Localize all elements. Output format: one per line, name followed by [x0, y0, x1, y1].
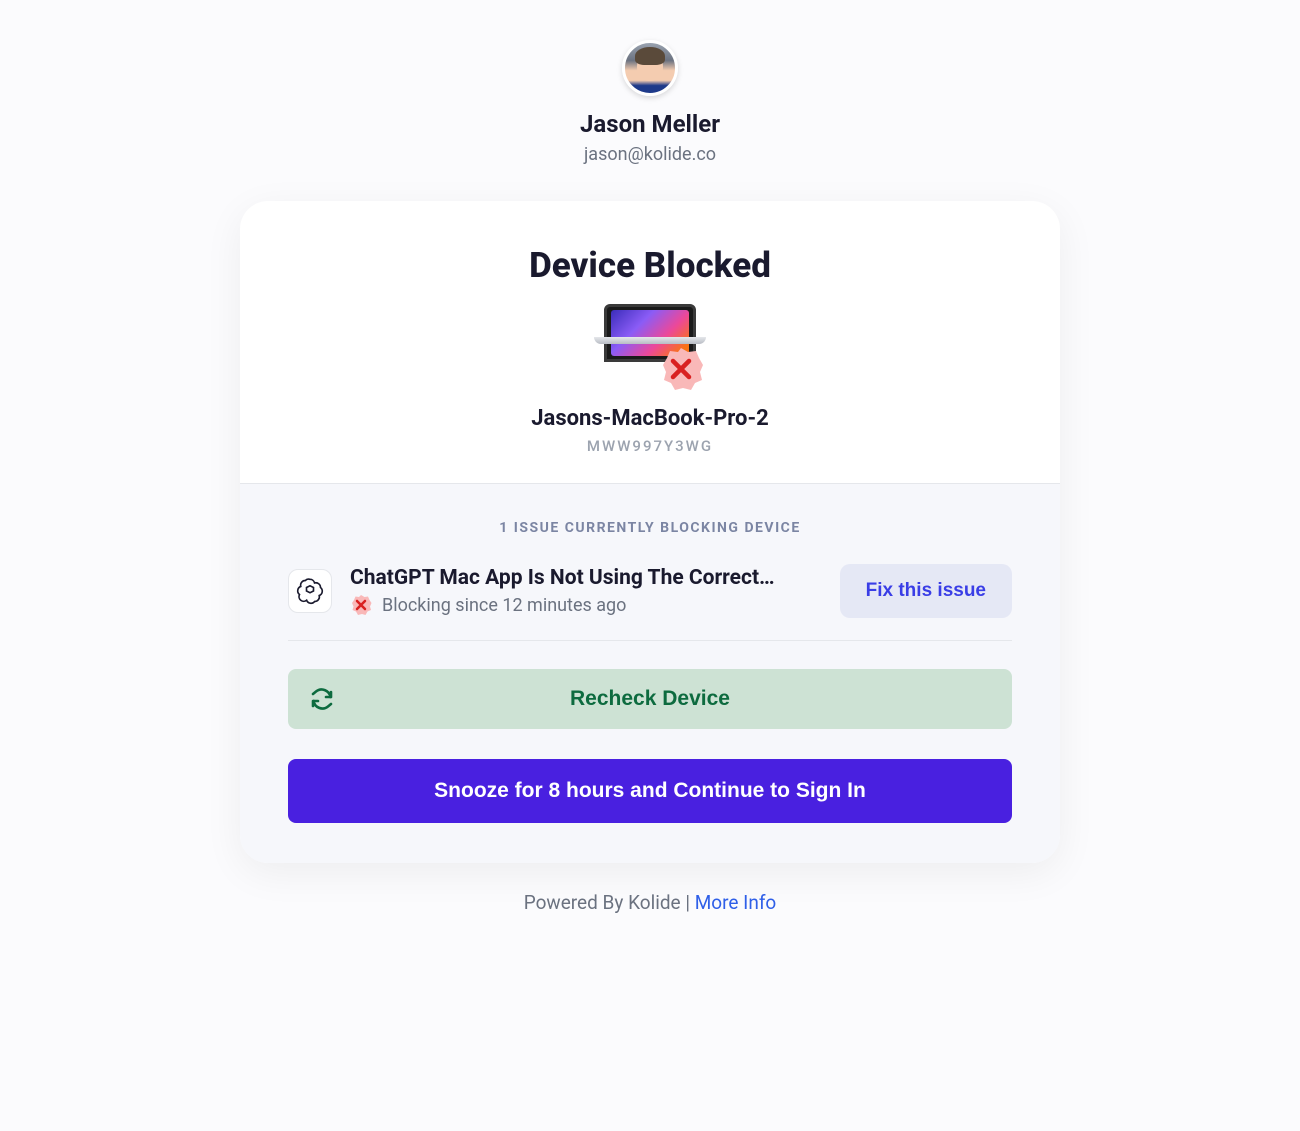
- chatgpt-icon: [288, 569, 332, 613]
- device-name: Jasons-MacBook-Pro-2: [531, 406, 769, 431]
- issue-status-text: Blocking since 12 minutes ago: [382, 595, 626, 616]
- issue-status: Blocking since 12 minutes ago: [350, 594, 822, 616]
- device-serial: MWW997Y3WG: [587, 437, 713, 455]
- issue-text: ChatGPT Mac App Is Not Using The Correct…: [350, 566, 822, 616]
- issue-row: ChatGPT Mac App Is Not Using The Correct…: [288, 564, 1012, 641]
- card-title: Device Blocked: [529, 245, 771, 286]
- card-body: 1 ISSUE CURRENTLY BLOCKING DEVICE ChatGP…: [240, 483, 1060, 863]
- user-avatar: [622, 40, 678, 96]
- blocked-badge-icon: [658, 346, 704, 392]
- recheck-device-button[interactable]: Recheck Device: [288, 669, 1012, 729]
- issue-title: ChatGPT Mac App Is Not Using The Correct…: [350, 566, 822, 590]
- footer-prefix: Powered By Kolide |: [524, 891, 695, 914]
- user-name: Jason Meller: [580, 110, 720, 138]
- device-image: [590, 304, 710, 392]
- refresh-icon: [310, 687, 334, 711]
- more-info-link[interactable]: More Info: [695, 891, 777, 914]
- recheck-label: Recheck Device: [570, 687, 730, 711]
- card-header: Device Blocked Jasons-MacBook-Pro-2 MWW9…: [240, 201, 1060, 483]
- user-email: jason@kolide.co: [584, 144, 716, 165]
- footer: Powered By Kolide | More Info: [524, 891, 777, 914]
- blocking-badge-icon: [350, 594, 372, 616]
- issues-header: 1 ISSUE CURRENTLY BLOCKING DEVICE: [288, 520, 1012, 536]
- fix-issue-button[interactable]: Fix this issue: [840, 564, 1012, 618]
- device-card: Device Blocked Jasons-MacBook-Pro-2 MWW9…: [240, 201, 1060, 863]
- snooze-continue-button[interactable]: Snooze for 8 hours and Continue to Sign …: [288, 759, 1012, 823]
- user-header: Jason Meller jason@kolide.co: [580, 40, 720, 165]
